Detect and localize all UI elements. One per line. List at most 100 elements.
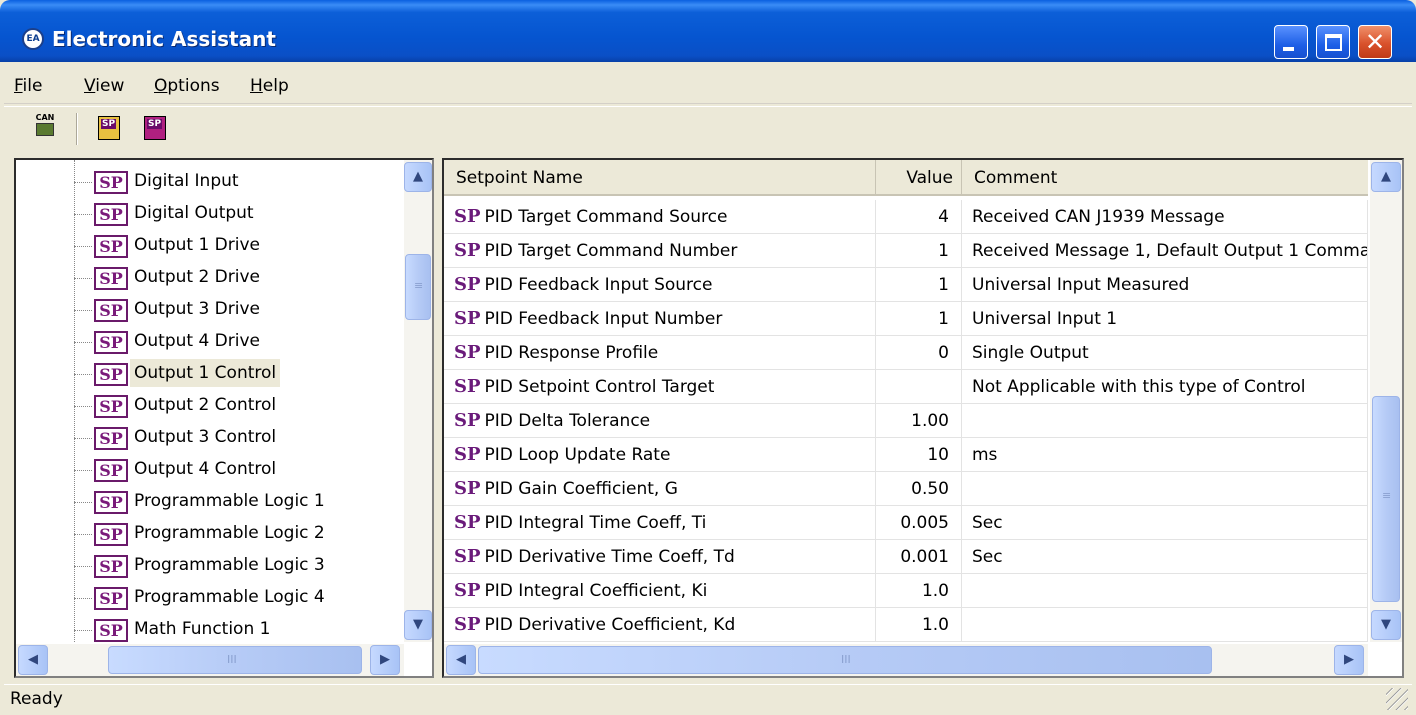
menu-options[interactable]: Options bbox=[154, 76, 220, 96]
title-bar[interactable]: EA Electronic Assistant ✕ bbox=[0, 0, 1416, 62]
minimize-button[interactable] bbox=[1274, 25, 1308, 59]
table-row[interactable]: SP PID Integral Coefficient, Ki 1.0 bbox=[444, 574, 1368, 608]
menu-options-label: ptions bbox=[167, 76, 220, 96]
table-row[interactable]: SP PID Integral Time Coeff, Ti 0.005 Sec bbox=[444, 506, 1368, 540]
setpoint-group-tree[interactable]: SP Digital Input SP Digital Output SP Output … bbox=[14, 158, 434, 678]
scroll-down-button[interactable]: ▼ bbox=[404, 610, 432, 640]
tree-item-label: Digital Input bbox=[134, 171, 239, 191]
table-vertical-scrollbar[interactable]: ▲ ≡ ▼ bbox=[1370, 160, 1402, 642]
setpoint-value-cell[interactable]: 1.0 bbox=[876, 574, 962, 608]
table-row[interactable]: SP PID Delta Tolerance 1.00 bbox=[444, 404, 1368, 438]
tree-item[interactable]: SP Programmable Logic 1 bbox=[16, 486, 404, 518]
table-horizontal-scrollbar[interactable]: ◀ III ▶ bbox=[444, 644, 1368, 676]
table-row[interactable]: SP PID Response Profile 0 Single Output bbox=[444, 336, 1368, 370]
tree-vertical-scrollbar[interactable]: ▲ ≡ ▼ bbox=[404, 160, 432, 642]
open-setpoint-file-button[interactable]: SP bbox=[94, 113, 124, 143]
setpoint-value-cell[interactable]: 0.001 bbox=[876, 540, 962, 574]
setpoint-icon: SP bbox=[94, 171, 128, 194]
tree-horizontal-scrollbar[interactable]: ◀ III ▶ bbox=[16, 644, 404, 676]
status-bar: Ready bbox=[4, 684, 1412, 712]
menu-help[interactable]: Help bbox=[250, 76, 289, 96]
setpoint-icon: SP bbox=[94, 491, 128, 514]
tree-connector bbox=[74, 310, 92, 311]
tree-item[interactable]: SP Output 1 Drive bbox=[16, 230, 404, 262]
tree-item[interactable]: SP Digital Output bbox=[16, 198, 404, 230]
can-connect-button[interactable]: CAN bbox=[30, 113, 60, 143]
scroll-thumb[interactable]: III bbox=[108, 646, 362, 674]
table-row[interactable]: SP PID Derivative Time Coeff, Td 0.001 Sec bbox=[444, 540, 1368, 574]
table-row[interactable]: SP PID Feedback Input Source 1 Universal In… bbox=[444, 268, 1368, 302]
scroll-right-button[interactable]: ▶ bbox=[370, 645, 400, 675]
tree-item[interactable]: SP Output 4 Control bbox=[16, 454, 404, 486]
setpoint-comment-cell: Received CAN J1939 Message bbox=[962, 200, 1368, 234]
table-row[interactable]: SP PID Derivative Coefficient, Kd 1.0 bbox=[444, 608, 1368, 642]
setpoint-icon: SP bbox=[454, 376, 481, 397]
maximize-icon bbox=[1325, 34, 1342, 51]
setpoint-name: PID Response Profile bbox=[484, 343, 659, 363]
setpoint-comment-cell bbox=[962, 472, 1368, 506]
maximize-button[interactable] bbox=[1316, 25, 1350, 59]
setpoint-comment-cell: Single Output bbox=[962, 336, 1368, 370]
setpoint-value-cell[interactable]: 1 bbox=[876, 302, 962, 336]
table-row[interactable]: SP PID Setpoint Control Target Not Applica… bbox=[444, 370, 1368, 404]
table-row[interactable]: SP PID Target Command Source 4 Received CAN… bbox=[444, 200, 1368, 234]
tree-item[interactable]: SP Output 4 Drive bbox=[16, 326, 404, 358]
scroll-left-button[interactable]: ◀ bbox=[446, 645, 476, 675]
table-row[interactable]: SP PID Target Command Number 1 Received Mes… bbox=[444, 234, 1368, 268]
tree-item[interactable]: SP Output 3 Drive bbox=[16, 294, 404, 326]
tree-item[interactable]: SP Math Function 1 bbox=[16, 614, 404, 642]
save-icon-label: SP bbox=[147, 119, 163, 129]
setpoint-name-cell: SP PID Loop Update Rate bbox=[444, 438, 876, 472]
tree-connector bbox=[74, 342, 92, 343]
setpoint-value-cell[interactable]: 1.0 bbox=[876, 608, 962, 642]
tree-item[interactable]: SP Output 2 Drive bbox=[16, 262, 404, 294]
column-header-value[interactable]: Value bbox=[876, 160, 962, 196]
column-header-setpoint-name[interactable]: Setpoint Name bbox=[444, 160, 876, 196]
scroll-right-button[interactable]: ▶ bbox=[1334, 645, 1364, 675]
setpoint-name-cell: SP PID Delta Tolerance bbox=[444, 404, 876, 438]
save-setpoint-file-button[interactable]: SP bbox=[140, 113, 170, 143]
setpoint-icon: SP bbox=[454, 274, 481, 295]
table-row[interactable]: SP PID Loop Update Rate 10 ms bbox=[444, 438, 1368, 472]
menu-file[interactable]: File bbox=[14, 76, 42, 96]
tree-item[interactable]: SP Digital Input bbox=[16, 166, 404, 198]
setpoint-value-cell[interactable]: 0.50 bbox=[876, 472, 962, 506]
setpoint-value-cell[interactable]: 1.00 bbox=[876, 404, 962, 438]
setpoint-icon: SP bbox=[454, 206, 481, 227]
scroll-up-button[interactable]: ▲ bbox=[404, 162, 432, 192]
setpoint-icon: SP bbox=[454, 478, 481, 499]
setpoint-icon: SP bbox=[94, 267, 128, 290]
setpoint-name: PID Target Command Source bbox=[484, 207, 728, 227]
setpoint-value-cell[interactable]: 1 bbox=[876, 268, 962, 302]
setpoint-icon: SP bbox=[94, 555, 128, 578]
tree-item[interactable]: SP Programmable Logic 3 bbox=[16, 550, 404, 582]
setpoint-value-cell[interactable]: 1 bbox=[876, 234, 962, 268]
tree-item[interactable]: SP Output 2 Control bbox=[16, 390, 404, 422]
table-row[interactable]: SP PID Feedback Input Number 1 Universal In… bbox=[444, 302, 1368, 336]
table-row[interactable]: SP PID Gain Coefficient, G 0.50 bbox=[444, 472, 1368, 506]
setpoint-value-cell[interactable]: 0.005 bbox=[876, 506, 962, 540]
scroll-thumb[interactable]: ≡ bbox=[405, 254, 431, 320]
column-header-comment[interactable]: Comment bbox=[962, 160, 1368, 196]
setpoint-value-cell[interactable]: 4 bbox=[876, 200, 962, 234]
scroll-down-button[interactable]: ▼ bbox=[1371, 610, 1401, 640]
setpoint-comment-cell: Received Message 1, Default Output 1 Com… bbox=[962, 234, 1368, 268]
scroll-left-button[interactable]: ◀ bbox=[18, 645, 48, 675]
resize-grip-icon[interactable] bbox=[1386, 688, 1408, 710]
setpoint-value-cell[interactable]: 10 bbox=[876, 438, 962, 472]
setpoint-icon: SP bbox=[454, 614, 481, 635]
setpoint-icon: SP bbox=[454, 512, 481, 533]
setpoint-value-cell[interactable] bbox=[876, 370, 962, 404]
tree-connector bbox=[74, 182, 92, 183]
tree-item[interactable]: SP Programmable Logic 2 bbox=[16, 518, 404, 550]
tree-item[interactable]: SP Programmable Logic 4 bbox=[16, 582, 404, 614]
tree-item[interactable]: SP Output 3 Control bbox=[16, 422, 404, 454]
scroll-thumb[interactable]: III bbox=[478, 646, 1212, 674]
scroll-thumb[interactable]: ≡ bbox=[1372, 396, 1400, 602]
setpoint-icon: SP bbox=[94, 395, 128, 418]
close-button[interactable]: ✕ bbox=[1358, 25, 1392, 59]
scroll-up-button[interactable]: ▲ bbox=[1371, 162, 1401, 192]
tree-item[interactable]: SP Output 1 Control bbox=[16, 358, 404, 390]
setpoint-value-cell[interactable]: 0 bbox=[876, 336, 962, 370]
menu-view[interactable]: View bbox=[84, 76, 124, 96]
